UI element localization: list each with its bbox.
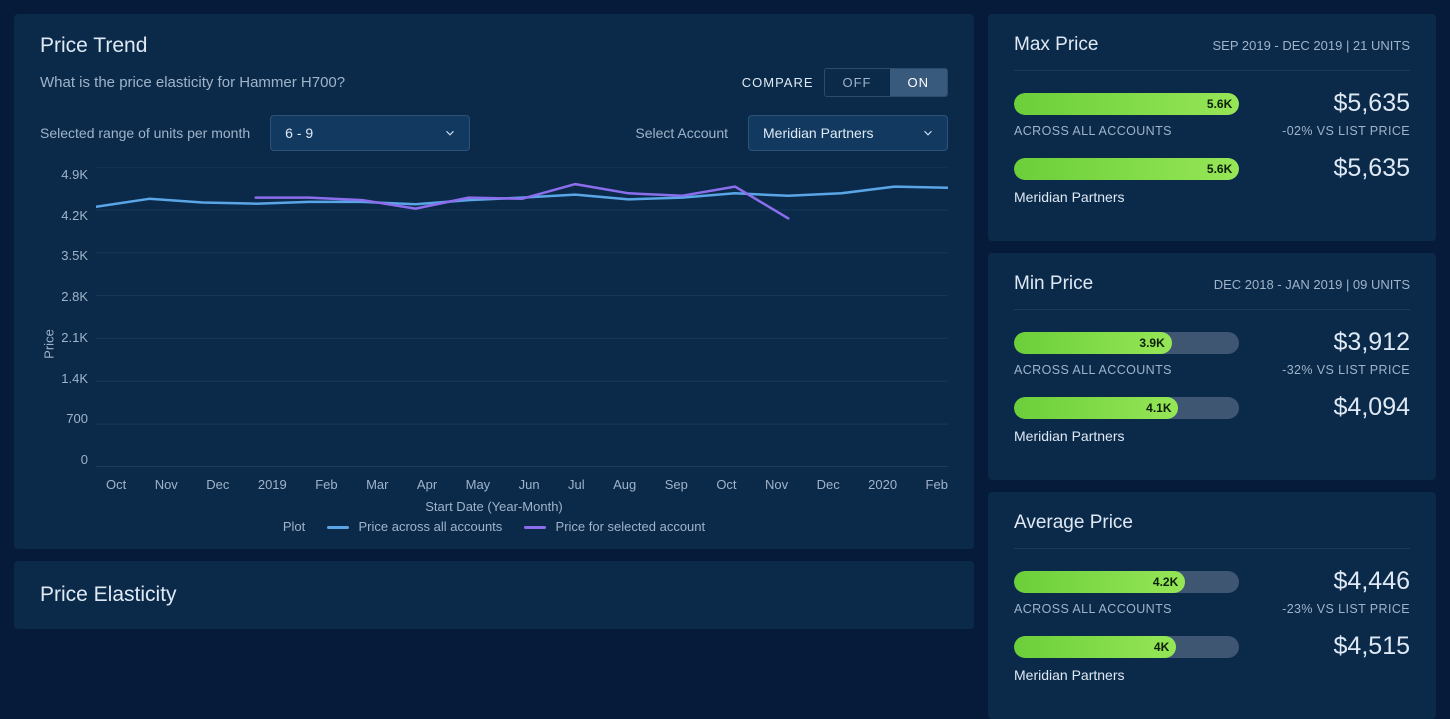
chart-legend: Plot Price across all accounts Price for… bbox=[40, 519, 948, 534]
chevron-down-icon bbox=[921, 126, 935, 140]
panel-title: Price Trend bbox=[40, 34, 948, 58]
y-axis: 4.9K4.2K3.5K2.8K2.1K1.4K7000 bbox=[40, 167, 96, 467]
stat-price: $5,635 bbox=[1257, 154, 1410, 183]
chart-plot bbox=[96, 167, 948, 467]
legend-swatch-all bbox=[327, 526, 349, 529]
stat-price: $4,446 bbox=[1257, 567, 1410, 596]
stat-price: $3,912 bbox=[1257, 328, 1410, 357]
stat-pill: 5.6K bbox=[1014, 93, 1239, 115]
stat-caption: Meridian Partners bbox=[1014, 428, 1239, 444]
compare-off[interactable]: OFF bbox=[825, 69, 890, 96]
compare-label: COMPARE bbox=[742, 75, 814, 90]
stat-pill: 4.2K bbox=[1014, 571, 1239, 593]
price-trend-panel: Price Trend What is the price elasticity… bbox=[14, 14, 974, 549]
price-elasticity-panel: Price Elasticity bbox=[14, 561, 974, 629]
card-meta: DEC 2018 - JAN 2019 | 09 UNITS bbox=[1214, 277, 1410, 292]
stat-row: 3.9K $3,912 bbox=[1014, 328, 1410, 357]
elasticity-title: Price Elasticity bbox=[40, 583, 948, 607]
stat-price: $4,515 bbox=[1257, 632, 1410, 661]
stat-price: $4,094 bbox=[1257, 393, 1410, 422]
stat-card: Average Price 4.2K $4,446 ACROSS ALL ACCOUN… bbox=[988, 492, 1436, 719]
stat-caption: Meridian Partners bbox=[1014, 667, 1239, 683]
stat-price: $5,635 bbox=[1257, 89, 1410, 118]
card-meta: SEP 2019 - DEC 2019 | 21 UNITS bbox=[1212, 38, 1410, 53]
legend-swatch-selected bbox=[524, 526, 546, 529]
stat-pill: 3.9K bbox=[1014, 332, 1239, 354]
stat-caption: ACROSS ALL ACCOUNTS bbox=[1014, 363, 1172, 377]
card-title: Min Price bbox=[1014, 273, 1093, 295]
stat-delta: -02% VS LIST PRICE bbox=[1282, 124, 1410, 138]
card-title: Max Price bbox=[1014, 34, 1098, 56]
compare-toggle[interactable]: OFF ON bbox=[824, 68, 949, 97]
chevron-down-icon bbox=[443, 126, 457, 140]
stat-row: 5.6K $5,635 bbox=[1014, 154, 1410, 183]
stat-card: Min Price DEC 2018 - JAN 2019 | 09 UNITS 3… bbox=[988, 253, 1436, 480]
stat-row: 4.1K $4,094 bbox=[1014, 393, 1410, 422]
stat-pill: 4.1K bbox=[1014, 397, 1239, 419]
stat-caption: ACROSS ALL ACCOUNTS bbox=[1014, 124, 1172, 138]
stat-caption: ACROSS ALL ACCOUNTS bbox=[1014, 602, 1172, 616]
range-label: Selected range of units per month bbox=[40, 125, 250, 141]
price-trend-chart: Price 4.9K4.2K3.5K2.8K2.1K1.4K7000 OctNo… bbox=[40, 159, 948, 529]
x-axis: OctNovDec2019FebMarAprMayJunJulAugSepOct… bbox=[106, 477, 948, 492]
stat-row: 5.6K $5,635 bbox=[1014, 89, 1410, 118]
account-select[interactable]: Meridian Partners bbox=[748, 115, 948, 151]
stat-row: 4.2K $4,446 bbox=[1014, 567, 1410, 596]
x-axis-label: Start Date (Year-Month) bbox=[40, 499, 948, 514]
stat-pill: 4K bbox=[1014, 636, 1239, 658]
stat-card: Max Price SEP 2019 - DEC 2019 | 21 UNITS 5… bbox=[988, 14, 1436, 241]
compare-on[interactable]: ON bbox=[890, 69, 948, 96]
card-title: Average Price bbox=[1014, 512, 1133, 534]
account-label: Select Account bbox=[635, 125, 728, 141]
stat-pill: 5.6K bbox=[1014, 158, 1239, 180]
stat-delta: -32% VS LIST PRICE bbox=[1282, 363, 1410, 377]
panel-subtitle: What is the price elasticity for Hammer … bbox=[40, 74, 345, 91]
stat-caption: Meridian Partners bbox=[1014, 189, 1239, 205]
range-select[interactable]: 6 - 9 bbox=[270, 115, 470, 151]
stat-row: 4K $4,515 bbox=[1014, 632, 1410, 661]
stat-delta: -23% VS LIST PRICE bbox=[1282, 602, 1410, 616]
